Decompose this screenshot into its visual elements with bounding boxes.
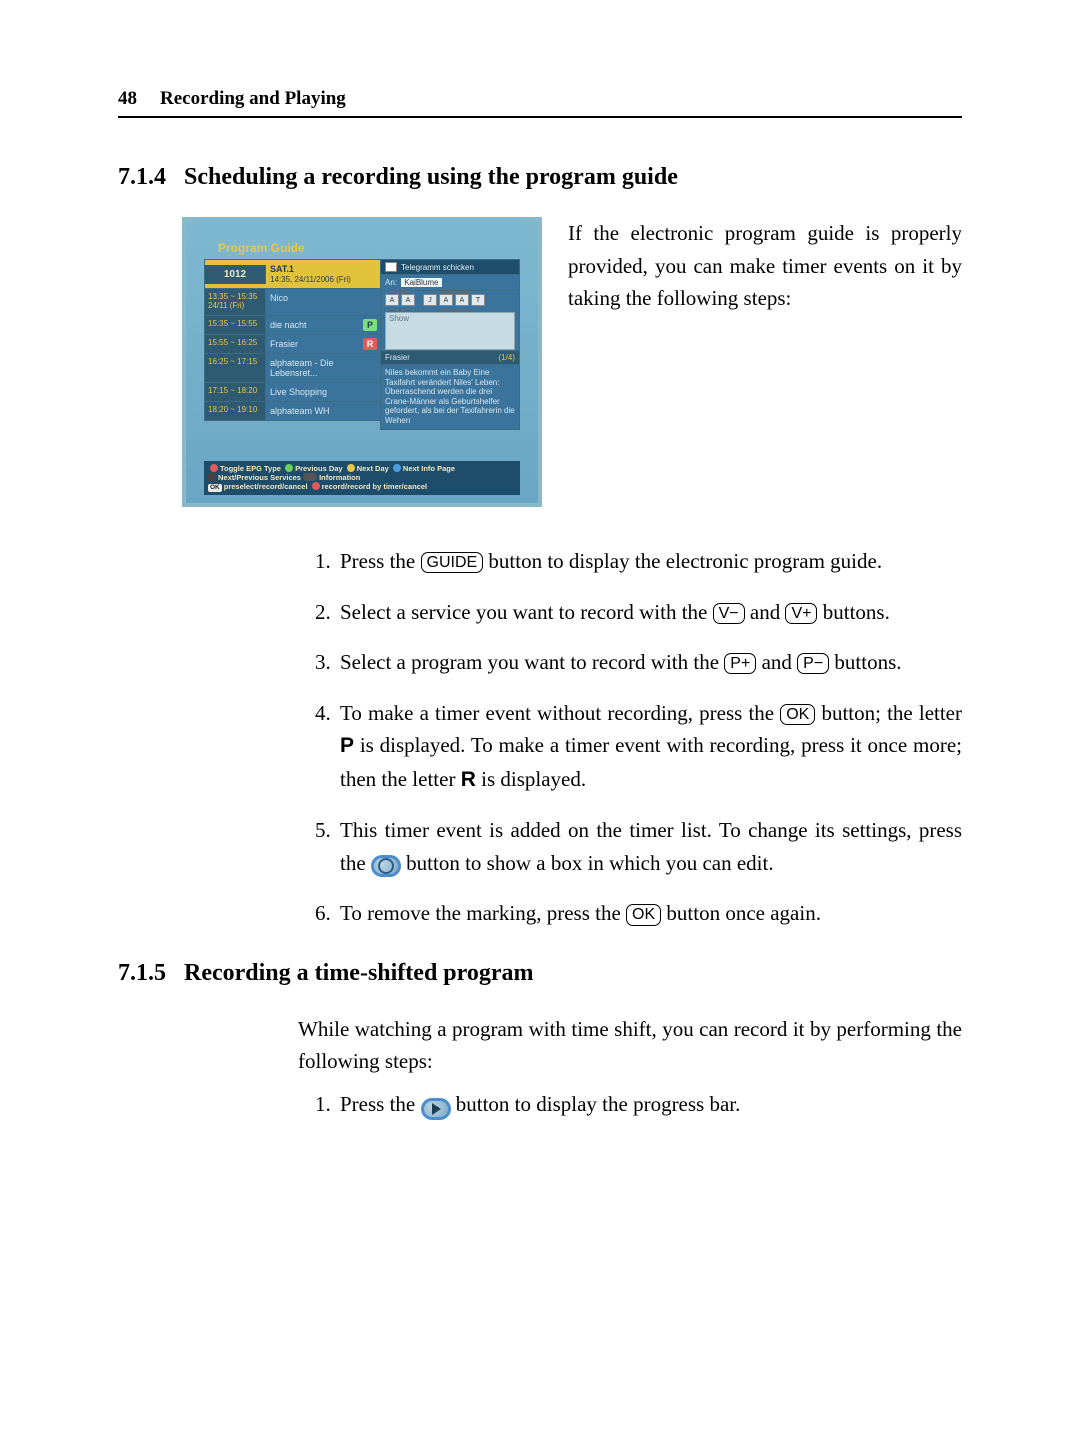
play-button-icon — [421, 1098, 451, 1120]
section-title: Recording a time-shifted program — [184, 960, 534, 987]
epg-program: Live Shopping — [266, 383, 381, 401]
step-3: Select a program you want to record with… — [336, 646, 962, 679]
preselect-flag-icon: P — [363, 319, 377, 331]
page-number: 48 — [118, 88, 146, 110]
program-guide-list: 1012 SAT.1 14:35, 24/11/2006 (Fri) 13:35… — [204, 259, 382, 421]
ok-key-icon: OK — [208, 484, 222, 492]
section-715-intro: While watching a program with time shift… — [298, 1013, 962, 1078]
ok-key: OK — [780, 704, 815, 725]
epg-row: 15:35 ~ 15:55 die nacht P — [205, 315, 381, 334]
steps-714: Press the GUIDE button to display the el… — [298, 545, 962, 930]
program-guide-title: Program Guide — [204, 241, 520, 255]
side-an-row: An: KaiBlume — [381, 274, 519, 290]
format-button: T — [471, 294, 485, 306]
epg-time: 15:35 ~ 15:55 — [205, 316, 266, 334]
epg-row: 17:15 ~ 18:20 Live Shopping — [205, 382, 381, 401]
red-dot-icon — [210, 464, 218, 472]
side-title: Telegramm schicken — [381, 260, 519, 274]
step-715-1: Press the button to display the progress… — [336, 1088, 962, 1121]
document-page: 48 Recording and Playing 7.1.4 Schedulin… — [0, 0, 1080, 1439]
v-minus-key: V− — [713, 603, 745, 624]
epg-time: 17:15 ~ 18:20 — [205, 383, 266, 401]
epg-time: 16:25 ~ 17:15 — [205, 354, 266, 382]
header-rule — [118, 116, 962, 118]
step-5: This timer event is added on the timer l… — [336, 814, 962, 879]
blue-dot-icon — [393, 464, 401, 472]
green-dot-icon — [285, 464, 293, 472]
intro-block: Program Guide 1012 SAT.1 14:35, 24/11/20… — [182, 217, 962, 507]
info-key-icon — [303, 473, 317, 481]
format-button: A — [455, 294, 469, 306]
record-flag-icon: R — [363, 338, 377, 350]
epg-row: 13:35 ~ 15:35 24/11 (Fri) Nico — [205, 288, 381, 315]
p-minus-key: P− — [797, 653, 829, 674]
section-title: Scheduling a recording using the program… — [184, 164, 678, 191]
side-description: Niles bekommt ein Baby Eine Taxifahrt ve… — [381, 364, 519, 429]
epg-program: die nacht P — [266, 316, 381, 334]
program-guide-side-panel: Telegramm schicken An: KaiBlume A A J A … — [380, 259, 520, 430]
section-number: 7.1.4 — [118, 164, 166, 191]
letter-p: P — [340, 734, 354, 757]
section-714-intro: If the electronic program guide is prope… — [568, 217, 962, 315]
chapter-title: Recording and Playing — [160, 88, 346, 110]
ok-key: OK — [626, 904, 661, 925]
p-plus-key: P+ — [724, 653, 756, 674]
program-guide-screenshot: Program Guide 1012 SAT.1 14:35, 24/11/20… — [182, 217, 542, 507]
step-2: Select a service you want to record with… — [336, 596, 962, 629]
letter-r: R — [461, 768, 476, 791]
channel-header-row: 1012 SAT.1 14:35, 24/11/2006 (Fri) — [205, 260, 381, 288]
section-heading-714: 7.1.4 Scheduling a recording using the p… — [118, 164, 962, 191]
section-heading-715: 7.1.5 Recording a time-shifted program — [118, 960, 962, 987]
format-button: A — [401, 294, 415, 306]
red-dot-icon — [312, 482, 320, 490]
side-frasier: Frasier (1/4) — [381, 350, 519, 364]
section-number: 7.1.5 — [118, 960, 166, 987]
program-guide-footer: Toggle EPG Type Previous Day Next Day Ne… — [204, 461, 520, 495]
epg-program-selected: Frasier R — [266, 335, 381, 353]
epg-row: 15:55 ~ 16:25 Frasier R — [205, 334, 381, 353]
side-show-box: Show — [385, 312, 515, 350]
channel-datetime: 14:35, 24/11/2006 (Fri) — [270, 275, 351, 284]
yellow-dot-icon — [347, 464, 355, 472]
epg-program: alphateam - Die Lebensret... — [266, 354, 381, 382]
step-1: Press the GUIDE button to display the el… — [336, 545, 962, 578]
epg-row: 18:20 ~ 19:10 alphateam WH — [205, 401, 381, 420]
step-6: To remove the marking, press the OK butt… — [336, 897, 962, 930]
epg-program: Nico — [266, 289, 381, 315]
epg-time: 18:20 ~ 19:10 — [205, 402, 266, 420]
epg-row: 16:25 ~ 17:15 alphateam - Die Lebensret.… — [205, 353, 381, 382]
blue-ring-button-icon — [371, 855, 401, 877]
epg-time: 15:55 ~ 16:25 — [205, 335, 266, 353]
step-4: To make a timer event without recording,… — [336, 697, 962, 797]
v-plus-key: V+ — [785, 603, 817, 624]
page-header: 48 Recording and Playing — [118, 88, 962, 110]
epg-program: alphateam WH — [266, 402, 381, 420]
format-button: A — [385, 294, 399, 306]
channel-number: 1012 — [205, 265, 266, 284]
guide-key: GUIDE — [421, 552, 484, 573]
nav-key-icon — [208, 473, 216, 481]
an-input: KaiBlume — [401, 278, 441, 287]
format-button: A — [439, 294, 453, 306]
side-page: (1/4) — [499, 353, 515, 362]
channel-name: SAT.1 — [270, 264, 294, 274]
format-button: J — [423, 294, 437, 306]
side-formatting-buttons: A A J A A T — [381, 290, 519, 309]
telegram-icon — [385, 262, 397, 272]
channel-name-cell: SAT.1 14:35, 24/11/2006 (Fri) — [266, 260, 381, 288]
steps-715: Press the button to display the progress… — [298, 1088, 962, 1121]
epg-time: 13:35 ~ 15:35 24/11 (Fri) — [205, 289, 266, 315]
